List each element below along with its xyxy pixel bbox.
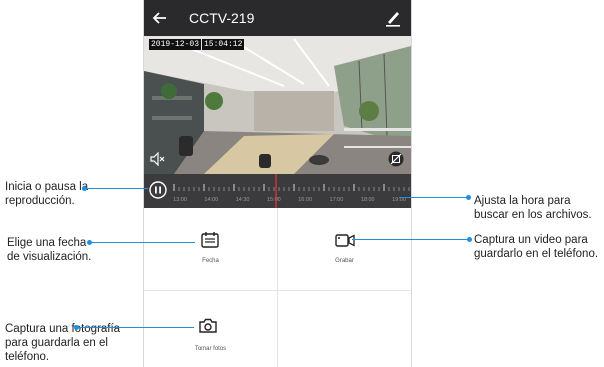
pause-icon[interactable] bbox=[149, 181, 167, 199]
date-action[interactable]: Fecha bbox=[144, 208, 277, 290]
timeline-tick-label: 18:00 bbox=[361, 197, 375, 203]
callout-record: Captura un video para guardarlo en el te… bbox=[474, 234, 599, 260]
record-action[interactable]: Grabar bbox=[278, 208, 411, 290]
grid-divider-horizontal bbox=[144, 290, 411, 291]
callout-line-date bbox=[89, 242, 195, 243]
office-scene-image bbox=[144, 36, 411, 174]
speaker-muted-icon[interactable] bbox=[150, 152, 166, 166]
callout-dot-photo bbox=[74, 325, 79, 330]
callout-line-playback bbox=[84, 188, 148, 189]
arrow-left-icon[interactable] bbox=[152, 8, 168, 28]
date-stamp: 2019-12-03 bbox=[149, 39, 202, 50]
camera-icon bbox=[199, 318, 217, 333]
photo-action-label: Tomar fotos bbox=[194, 346, 227, 352]
callout-dot-playback bbox=[82, 186, 87, 191]
callout-dot-time bbox=[466, 195, 471, 200]
photo-action[interactable]: Tomar fotos bbox=[144, 291, 277, 367]
calendar-icon bbox=[201, 232, 219, 248]
callout-playback: Inicia o pausa la reproducción. bbox=[5, 181, 89, 207]
callout-line-record bbox=[352, 239, 468, 240]
playback-timeline[interactable]: 13:00 14:00 14:30 15:00 16:00 17:00 18:00 19:00 bbox=[144, 174, 411, 208]
callout-line-photo bbox=[76, 327, 194, 328]
video-camera-icon bbox=[335, 234, 355, 247]
callout-line-time bbox=[399, 197, 467, 198]
callout-dot-record bbox=[467, 237, 472, 242]
timeline-tick-label: 14:30 bbox=[236, 197, 250, 203]
time-stamp: 15:04:12 bbox=[202, 39, 245, 50]
live-video-view[interactable]: 2019-12-03 15:04:12 bbox=[144, 36, 411, 174]
timeline-scale[interactable]: 13:00 14:00 14:30 15:00 16:00 17:00 18:00 19:00 bbox=[172, 174, 411, 208]
timeline-tick-label: 16:00 bbox=[298, 197, 312, 203]
callout-time: Ajusta la hora para buscar en los archiv… bbox=[474, 195, 592, 221]
timeline-tick-label: 13:00 bbox=[173, 197, 187, 203]
date-action-label: Fecha bbox=[202, 258, 219, 264]
phone-screen: CCTV-219 2019-12-03 15:04:12 13:00 14:00… bbox=[143, 0, 412, 367]
grid-divider-vertical bbox=[277, 208, 278, 367]
timeline-tick-label: 14:00 bbox=[204, 197, 218, 203]
top-bar: CCTV-219 bbox=[144, 0, 411, 36]
camera-title: CCTV-219 bbox=[189, 10, 255, 26]
record-action-label: Grabar bbox=[335, 258, 354, 264]
pencil-icon[interactable] bbox=[385, 9, 401, 27]
timeline-tick-label: 17:00 bbox=[330, 197, 344, 203]
callout-dot-date bbox=[87, 240, 92, 245]
timeline-tick-label: 15:00 bbox=[267, 197, 281, 203]
eye-off-icon[interactable] bbox=[388, 151, 404, 167]
